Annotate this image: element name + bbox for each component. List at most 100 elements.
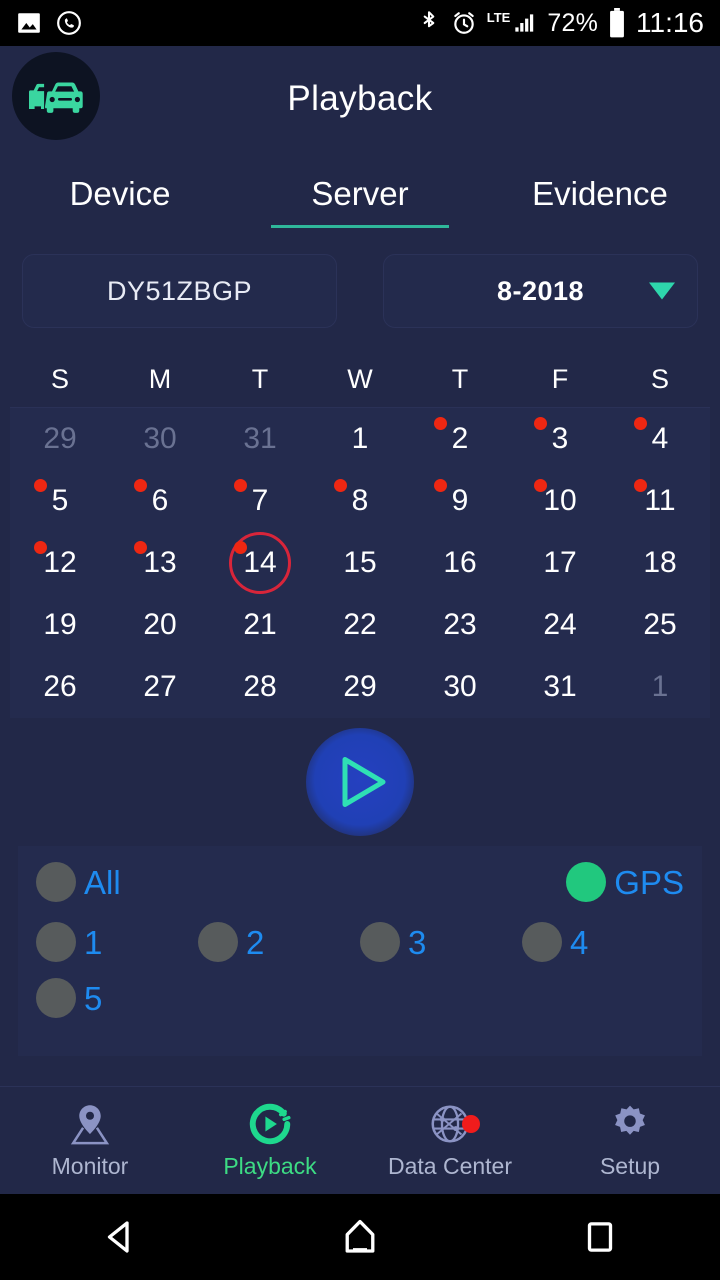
weekday-6: S	[650, 364, 669, 394]
two-cars-logo[interactable]	[12, 52, 100, 140]
channel-gps[interactable]: GPS	[566, 862, 684, 902]
calendar-day-13[interactable]: 13	[110, 532, 210, 594]
calendar-day-dot	[634, 479, 647, 492]
channel-all-label: All	[84, 863, 121, 901]
calendar-day-24[interactable]: 24	[510, 594, 610, 656]
month-selector[interactable]: 8-2018	[383, 254, 698, 328]
channel-5-label: 5	[84, 979, 103, 1017]
calendar-day-4[interactable]: 4	[610, 408, 710, 470]
calendar-day-17[interactable]: 17	[510, 532, 610, 594]
channel-1-bullet[interactable]	[36, 922, 76, 962]
calendar-day-number: 3	[551, 422, 569, 455]
calendar-day-31-adjacent[interactable]: 31	[210, 408, 310, 470]
play-button[interactable]	[306, 728, 414, 836]
calendar-day-number: 28	[243, 670, 277, 703]
calendar-day-9[interactable]: 9	[410, 470, 510, 532]
calendar-day-28[interactable]: 28	[210, 656, 310, 718]
calendar-day-dot	[234, 479, 247, 492]
calendar-day-3[interactable]: 3	[510, 408, 610, 470]
channel-2[interactable]: 2	[198, 922, 360, 962]
calendar-day-11[interactable]: 11	[610, 470, 710, 532]
calendar-day-30-adjacent[interactable]: 30	[110, 408, 210, 470]
channel-all[interactable]: All	[36, 862, 121, 902]
calendar-day-20[interactable]: 20	[110, 594, 210, 656]
calendar-day-2[interactable]: 2	[410, 408, 510, 470]
calendar-day-1-adjacent[interactable]: 1	[610, 656, 710, 718]
calendar-day-15[interactable]: 15	[310, 532, 410, 594]
channel-row-2: 1 2 3 4	[36, 922, 684, 962]
alarm-icon	[451, 10, 477, 36]
calendar-day-29-adjacent[interactable]: 29	[10, 408, 110, 470]
home-icon	[345, 1219, 375, 1253]
channel-5-bullet[interactable]	[36, 978, 76, 1018]
channel-row-3: 5	[36, 978, 684, 1018]
calendar-day-10[interactable]: 10	[510, 470, 610, 532]
calendar-day-6[interactable]: 6	[110, 470, 210, 532]
calendar-day-26[interactable]: 26	[10, 656, 110, 718]
tab-server[interactable]: Server	[240, 152, 480, 236]
calendar-day-number: 4	[651, 422, 669, 455]
calendar-day-number: 5	[51, 484, 69, 517]
weekday-2: T	[251, 364, 269, 394]
calendar-day-21[interactable]: 21	[210, 594, 310, 656]
nav-item-monitor[interactable]: Monitor	[0, 1101, 180, 1180]
channel-2-bullet[interactable]	[198, 922, 238, 962]
calendar-day-16[interactable]: 16	[410, 532, 510, 594]
android-recents-button[interactable]	[540, 1216, 660, 1258]
calendar-day-number: 31	[543, 670, 577, 703]
calendar-day-31[interactable]: 31	[510, 656, 610, 718]
tab-device[interactable]: Device	[0, 152, 240, 236]
battery-percent-label: 72%	[547, 8, 598, 37]
calendar-day-number: 27	[143, 670, 177, 703]
calendar-day-5[interactable]: 5	[10, 470, 110, 532]
nav-item-setup[interactable]: Setup	[540, 1101, 720, 1180]
calendar-day-23[interactable]: 23	[410, 594, 510, 656]
calendar-day-number: 13	[143, 546, 177, 579]
calendar-day-number: 1	[351, 422, 369, 455]
calendar-day-number: 6	[151, 484, 169, 517]
nav-item-data-center[interactable]: Data Center	[360, 1101, 540, 1180]
calendar-day-dot	[434, 417, 447, 430]
calendar-day-25[interactable]: 25	[610, 594, 710, 656]
calendar-day-7[interactable]: 7	[210, 470, 310, 532]
tab-evidence[interactable]: Evidence	[480, 152, 720, 236]
playback-screen: LTE 72% 11:16 Playback Device Server Evi…	[0, 0, 720, 1280]
chevron-down-icon[interactable]	[649, 282, 675, 300]
calendar-day-number: 22	[343, 608, 377, 641]
calendar-day-29[interactable]: 29	[310, 656, 410, 718]
calendar-day-19[interactable]: 19	[10, 594, 110, 656]
calendar-day-number: 8	[351, 484, 369, 517]
channel-5[interactable]: 5	[36, 978, 198, 1018]
calendar-day-dot	[534, 479, 547, 492]
map-pin-icon	[70, 1105, 110, 1145]
gallery-icon	[16, 10, 42, 36]
calendar-day-grid: 29 30 31 1 2 3 4 5 6 7 8 9 10 11 12 13 14 15 16 17 18 19 20 21 2…	[10, 408, 710, 718]
android-home-button[interactable]	[300, 1216, 420, 1258]
calendar-day-number: 1	[651, 670, 669, 703]
vehicle-selector[interactable]: DY51ZBGP	[22, 254, 337, 328]
calendar-day-18[interactable]: 18	[610, 532, 710, 594]
calendar-day-number: 30	[443, 670, 477, 703]
channel-gps-bullet[interactable]	[566, 862, 607, 902]
calendar-day-number: 21	[243, 608, 277, 641]
nav-item-playback[interactable]: Playback	[180, 1101, 360, 1180]
status-bar-left-icons	[16, 10, 82, 36]
calendar-day-number: 11	[644, 484, 676, 517]
calendar-day-12[interactable]: 12	[10, 532, 110, 594]
channel-3-bullet[interactable]	[360, 922, 400, 962]
calendar-day-14[interactable]: 14	[210, 532, 310, 594]
calendar-day-number: 2	[451, 422, 469, 455]
channel-3[interactable]: 3	[360, 922, 522, 962]
calendar-day-1[interactable]: 1	[310, 408, 410, 470]
channel-1[interactable]: 1	[36, 922, 198, 962]
calendar-day-8[interactable]: 8	[310, 470, 410, 532]
android-back-button[interactable]	[60, 1216, 180, 1258]
calendar-day-30[interactable]: 30	[410, 656, 510, 718]
calendar-day-27[interactable]: 27	[110, 656, 210, 718]
channel-all-bullet[interactable]	[36, 862, 76, 902]
nav-item-playback-label: Playback	[223, 1153, 317, 1179]
calendar-day-22[interactable]: 22	[310, 594, 410, 656]
channel-4-bullet[interactable]	[522, 922, 562, 962]
tab-server-label: Server	[311, 175, 409, 212]
channel-4[interactable]: 4	[522, 922, 684, 962]
